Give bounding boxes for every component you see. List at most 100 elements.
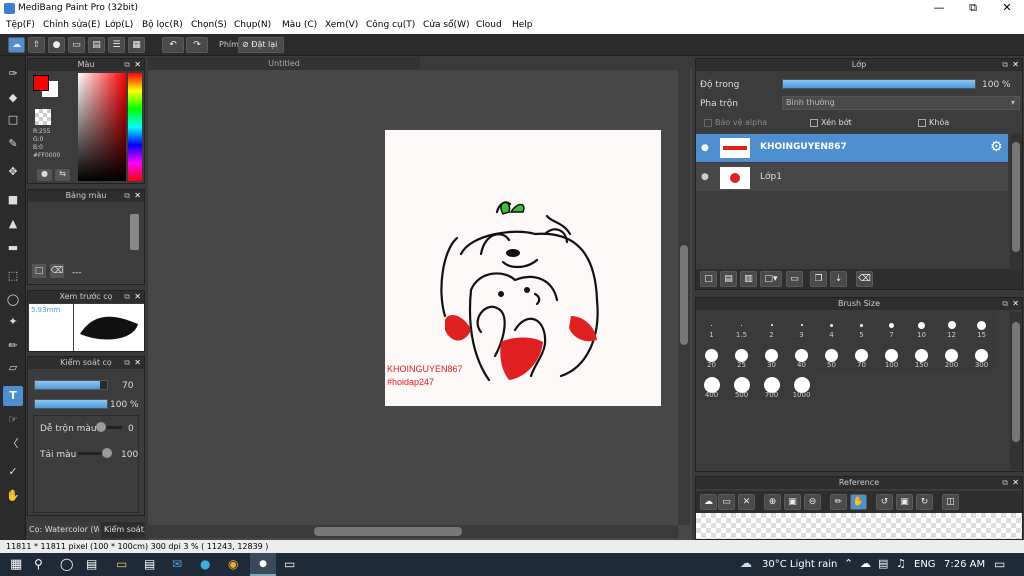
fit-icon[interactable]: ▣ <box>784 494 801 510</box>
brush-size-cell[interactable]: 300 <box>967 343 996 371</box>
lock-option[interactable]: Khóa <box>918 118 949 127</box>
palette-scrollbar[interactable] <box>130 214 139 250</box>
new-palette-icon[interactable]: □ <box>32 264 46 278</box>
document-icon[interactable]: ▤ <box>88 37 105 53</box>
close-icon[interactable]: ✕ <box>134 59 141 71</box>
brush-size-cell[interactable]: 25 <box>727 343 756 371</box>
menu-cloud[interactable]: Cloud <box>476 20 502 30</box>
brush-size-scroll-thumb[interactable] <box>1012 322 1020 442</box>
minimize-button[interactable]: — <box>922 0 956 17</box>
close-window-button[interactable]: ✕ <box>990 0 1024 17</box>
list-icon[interactable]: ☰ <box>108 37 125 53</box>
undock-icon[interactable]: ⧉ <box>1002 477 1008 489</box>
onedrive-icon[interactable]: ☁ <box>860 557 871 570</box>
clock[interactable]: 7:26 AM <box>944 559 985 570</box>
reset-button[interactable]: ⊘ Đặt lại <box>238 37 284 53</box>
gradient-tool-icon[interactable]: ▬ <box>3 238 23 258</box>
cloud-upload-icon[interactable]: ☁ <box>700 494 717 510</box>
undock-icon[interactable]: ⧉ <box>124 357 130 369</box>
new-layer-icon[interactable]: □ <box>700 271 717 287</box>
pen-tool-icon[interactable]: ✎ <box>3 134 23 154</box>
amount-knob[interactable] <box>102 448 112 458</box>
brush-size-cell[interactable]: 40 <box>787 343 816 371</box>
close-icon[interactable]: ✕ <box>134 190 141 202</box>
menu-select[interactable]: Chọn(S) <box>191 20 227 30</box>
chrome-icon[interactable]: ◉ <box>228 557 238 571</box>
maximize-button[interactable]: ⧉ <box>956 0 990 17</box>
mail-icon[interactable]: ✉ <box>172 557 182 571</box>
visibility-icon[interactable]: ● <box>701 172 709 182</box>
close-icon[interactable]: ✕ <box>134 357 141 369</box>
menu-view[interactable]: Xem(V) <box>325 20 358 30</box>
folder-icon[interactable]: ▭ <box>786 271 803 287</box>
brush-size-cell[interactable]: 5 <box>847 313 876 341</box>
hand-tool-icon[interactable]: ✋ <box>3 486 23 506</box>
close-icon[interactable]: ✕ <box>1012 298 1019 310</box>
windows-start-icon[interactable]: ▦ <box>10 557 22 572</box>
menu-color[interactable]: Màu (C) <box>282 20 317 30</box>
brush-size-cell[interactable]: 20 <box>697 343 726 371</box>
document-tab[interactable]: Untitled <box>148 57 420 70</box>
chevron-up-icon[interactable]: ⌃ <box>844 557 853 570</box>
layer-row[interactable]: ● KHOINGUYEN867 ⚙ <box>696 134 1008 162</box>
comment-icon[interactable]: ● <box>48 37 65 53</box>
lasso-tool-icon[interactable]: ◯ <box>3 290 23 310</box>
visibility-icon[interactable]: ● <box>701 143 709 153</box>
grid-icon[interactable]: ▦ <box>128 37 145 53</box>
eyedropper-icon[interactable]: ✏ <box>830 494 847 510</box>
edge-icon[interactable]: ● <box>200 557 210 571</box>
new-halftone-layer-icon[interactable]: ▤ <box>720 271 737 287</box>
brush-size-cell[interactable]: 15 <box>967 313 996 341</box>
brush-size-cell[interactable]: 3 <box>787 313 816 341</box>
undo-icon[interactable]: ↶ <box>162 37 184 53</box>
foreground-color-swatch[interactable] <box>33 75 49 91</box>
brush-size-cell[interactable]: 12 <box>937 313 966 341</box>
protect-alpha-checkbox[interactable] <box>704 118 712 127</box>
undock-icon[interactable]: ⧉ <box>1002 59 1008 71</box>
eyedropper-tool-icon[interactable]: ✓ <box>3 462 23 482</box>
brush-size-cell[interactable]: 7 <box>877 313 906 341</box>
hand-icon[interactable]: ✋ <box>850 494 867 510</box>
vertical-scroll-thumb[interactable] <box>680 245 688 345</box>
notification-icon[interactable]: ▭ <box>994 557 1005 571</box>
brush-size-slider[interactable] <box>34 380 108 390</box>
brush-size-cell[interactable]: 1 <box>697 313 726 341</box>
brush-size-cell[interactable]: 1.5 <box>727 313 756 341</box>
dropper-tool-icon[interactable]: 〈 <box>3 434 23 454</box>
brush-size-cell[interactable]: 500 <box>727 373 756 401</box>
palette-icon[interactable]: ● <box>37 169 52 181</box>
menu-window[interactable]: Cửa sổ(W) <box>423 20 469 30</box>
operation-tool-icon[interactable]: ☞ <box>3 410 23 430</box>
tab-brush-control[interactable]: Kiểm soát... <box>101 522 145 538</box>
brush-size-cell[interactable]: 200 <box>937 343 966 371</box>
brush-size-cell[interactable]: 4 <box>817 313 846 341</box>
select-pen-tool-icon[interactable]: ✏ <box>3 336 23 356</box>
new-8bit-layer-icon[interactable]: ▥ <box>740 271 757 287</box>
layer-scrollbar[interactable] <box>1010 134 1022 269</box>
layer-scroll-thumb[interactable] <box>1012 142 1020 252</box>
close-reference-icon[interactable]: ✕ <box>738 494 755 510</box>
delete-layer-icon[interactable]: ⌫ <box>856 271 873 287</box>
speech-icon[interactable]: ▭ <box>68 37 85 53</box>
saturation-value-picker[interactable] <box>78 73 126 181</box>
brush-size-cell[interactable]: 70 <box>847 343 876 371</box>
bucket-tool-icon[interactable]: ▲ <box>3 214 23 234</box>
transparent-swatch[interactable] <box>35 109 51 125</box>
tab-brush[interactable]: Cọ: Watercolor (W... <box>27 522 99 538</box>
close-icon[interactable]: ✕ <box>134 291 141 303</box>
menu-help[interactable]: Help <box>512 20 533 30</box>
layer-name[interactable]: KHOINGUYEN867 <box>760 142 847 152</box>
rotate-right-icon[interactable]: ↻ <box>916 494 933 510</box>
merge-layer-icon[interactable]: ⇣ <box>830 271 847 287</box>
menu-snap[interactable]: Chụp(N) <box>234 20 271 30</box>
close-icon[interactable]: ✕ <box>1012 59 1019 71</box>
layer-name[interactable]: Lớp1 <box>760 172 782 182</box>
magic-wand-tool-icon[interactable]: ✦ <box>3 312 23 332</box>
weather-text[interactable]: 30°C Light rain <box>762 559 837 570</box>
redo-icon[interactable]: ↷ <box>186 37 208 53</box>
undock-icon[interactable]: ⧉ <box>124 59 130 71</box>
menu-filter[interactable]: Bộ lọc(R) <box>142 20 183 30</box>
brush-opacity-slider[interactable] <box>34 399 108 409</box>
eraser-tool-icon[interactable]: ◆ <box>3 88 23 108</box>
layer-blend-select[interactable]: Bình thường ▾ <box>782 96 1020 110</box>
